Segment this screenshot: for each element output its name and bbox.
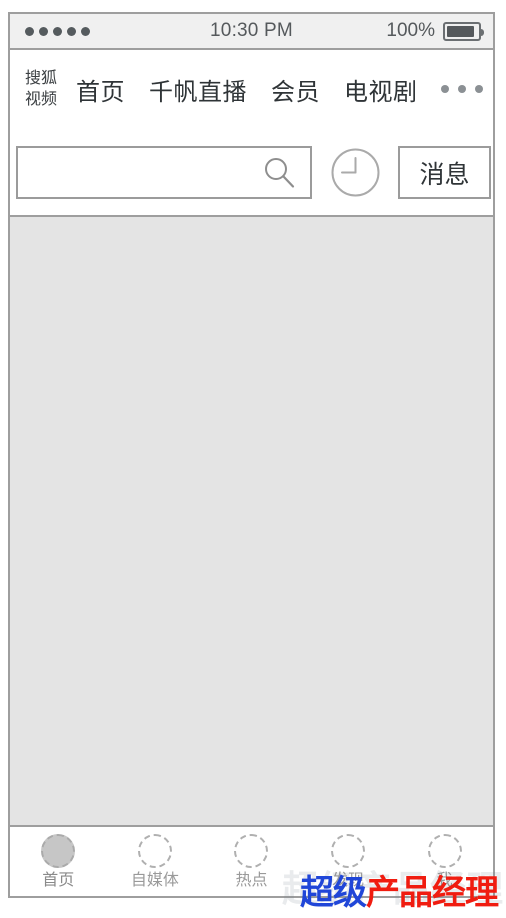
top-navigation-bar: 搜狐 视频 首页 千帆直播 会员 电视剧 (10, 50, 493, 128)
status-bar: 10:30 PM 100% (10, 14, 493, 50)
search-box[interactable] (16, 146, 312, 199)
tab-profile-label: 我 (436, 871, 453, 889)
brand-logo[interactable]: 搜狐 视频 (19, 68, 63, 110)
nav-item-home[interactable]: 首页 (76, 72, 125, 107)
phone-frame: 10:30 PM 100% 搜狐 视频 首页 千帆直播 会员 电视剧 消息 首页… (8, 12, 495, 898)
search-icon[interactable] (262, 156, 296, 190)
ellipsis-icon[interactable] (440, 85, 483, 93)
tab-hot-label: 热点 (235, 871, 268, 889)
hot-circle-icon (234, 833, 269, 868)
nav-item-tvseries[interactable]: 电视剧 (344, 72, 418, 107)
media-circle-icon (137, 833, 172, 868)
app-header: 搜狐 视频 首页 千帆直播 会员 电视剧 消息 (10, 50, 493, 217)
profile-circle-icon (427, 833, 462, 868)
discover-circle-icon (331, 833, 366, 868)
tab-self-media[interactable]: 自媒体 (107, 827, 204, 896)
brand-logo-line1: 搜狐 (24, 70, 57, 87)
tab-discover-label: 发现 (332, 871, 365, 889)
tab-self-media-label: 自媒体 (130, 871, 179, 889)
clock-icon[interactable] (330, 147, 381, 198)
main-content-area (10, 217, 493, 825)
tab-hot[interactable]: 热点 (203, 827, 300, 896)
bottom-tab-bar: 首页 自媒体 热点 发现 我 (10, 825, 493, 896)
nav-item-live[interactable]: 千帆直播 (149, 72, 247, 107)
tab-home-label: 首页 (42, 871, 75, 889)
tab-home[interactable]: 首页 (10, 827, 107, 896)
home-circle-icon (41, 833, 76, 868)
tab-discover[interactable]: 发现 (300, 827, 397, 896)
status-bar-right: 100% (386, 20, 484, 42)
search-input[interactable] (18, 148, 263, 197)
search-row: 消息 (10, 128, 493, 217)
battery-full-icon (443, 21, 484, 41)
message-button[interactable]: 消息 (398, 146, 491, 199)
nav-item-list: 首页 千帆直播 会员 电视剧 (76, 72, 418, 107)
brand-logo-line2: 视频 (24, 91, 57, 108)
battery-percent-label: 100% (386, 20, 435, 41)
nav-item-vip[interactable]: 会员 (271, 72, 320, 107)
tab-profile[interactable]: 我 (396, 827, 493, 896)
